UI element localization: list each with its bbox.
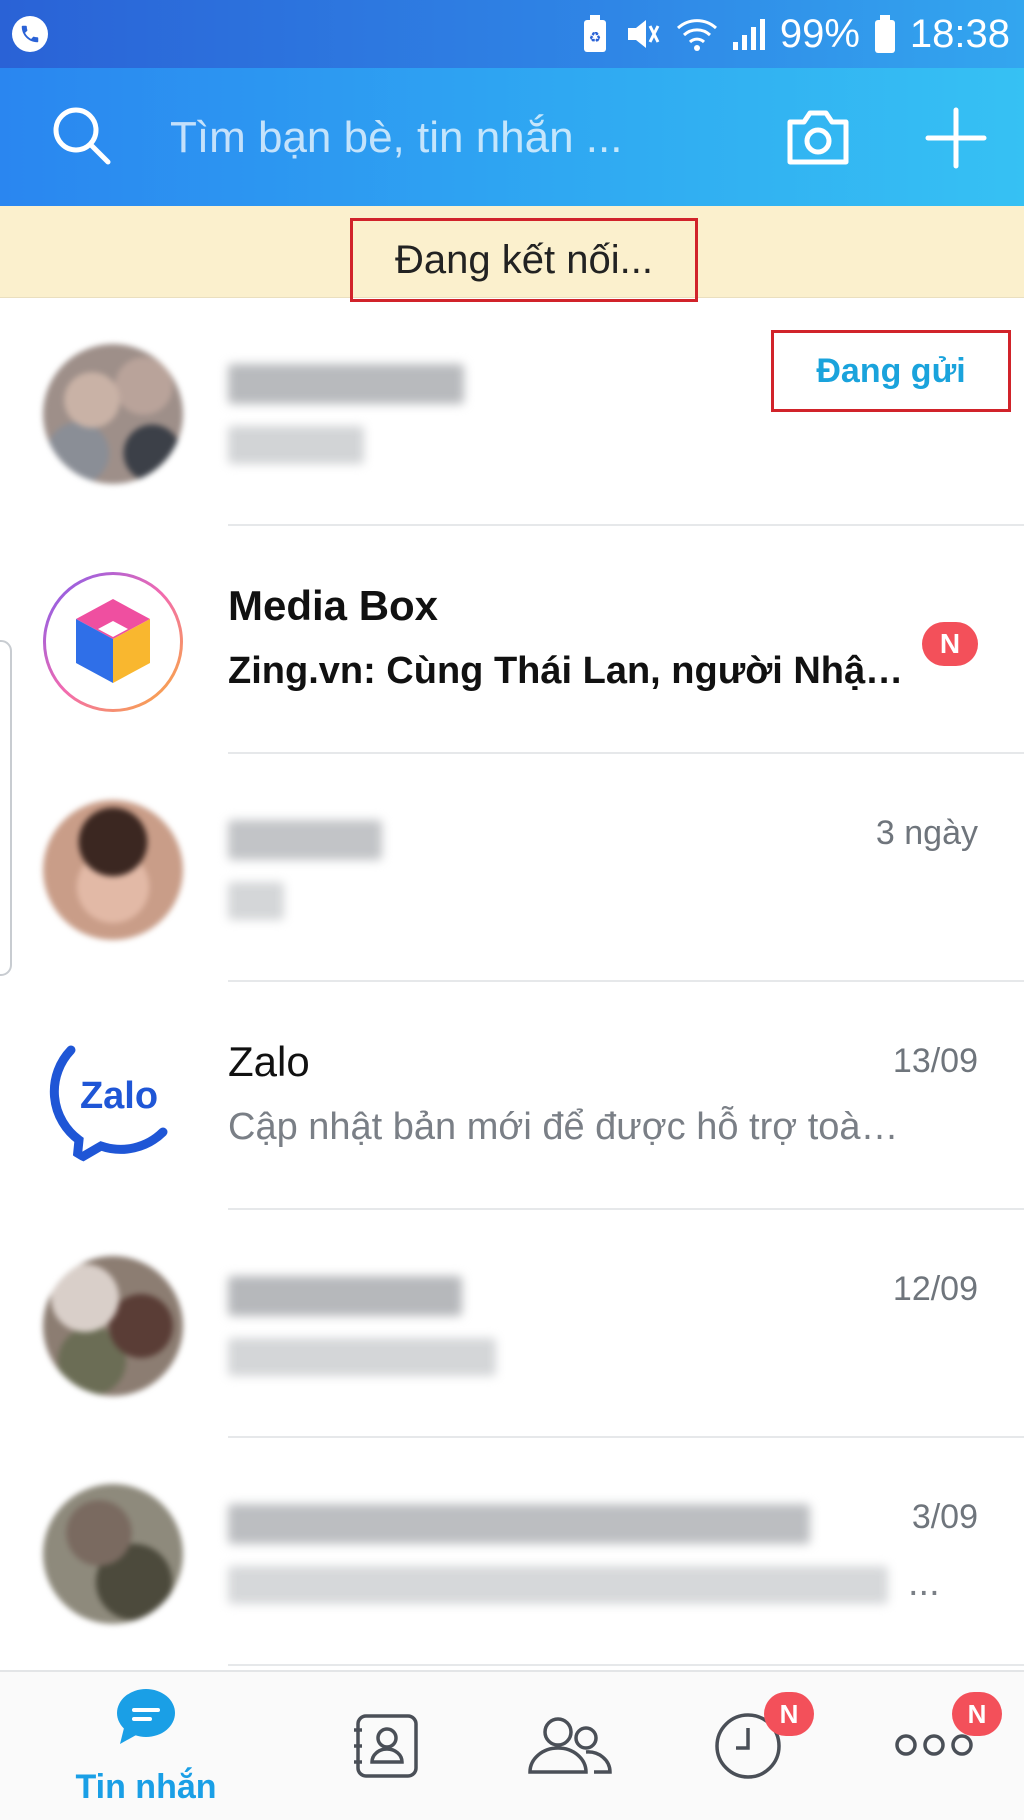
contact-name-redacted xyxy=(228,1504,810,1544)
tab-timeline[interactable]: N xyxy=(712,1672,822,1820)
tab-groups[interactable] xyxy=(520,1672,620,1820)
new-badge: N xyxy=(922,622,978,666)
message-preview-redacted xyxy=(228,1566,888,1604)
group-icon xyxy=(528,1717,612,1774)
conversation-row[interactable]: 12/09 xyxy=(0,1210,1024,1438)
camera-icon[interactable] xyxy=(784,106,852,168)
conversation-row[interactable]: 3 ngày xyxy=(0,754,1024,982)
media-box-avatar xyxy=(43,572,183,712)
wifi-icon xyxy=(676,19,717,51)
avatar xyxy=(43,800,183,940)
search-input[interactable] xyxy=(170,108,730,168)
tab-more[interactable]: N xyxy=(890,1672,1002,1820)
battery-percentage: 99% xyxy=(779,11,860,56)
conversation-time: 12/09 xyxy=(892,1270,978,1308)
avatar xyxy=(43,344,183,484)
battery-saver-icon: ♻ xyxy=(583,15,606,52)
signal-icon xyxy=(732,19,765,50)
divider xyxy=(228,1664,1024,1666)
search-icon[interactable] xyxy=(50,104,112,166)
svg-text:Zalo: Zalo xyxy=(80,1075,158,1117)
media-box-cube-icon xyxy=(76,599,150,683)
message-preview-redacted xyxy=(228,1338,496,1376)
conversation-time: 3 ngày xyxy=(875,814,978,852)
conversation-preview: Cập nhật bản mới để được hỗ trợ toàn v..… xyxy=(228,1106,908,1148)
more-dots-icon xyxy=(895,1734,973,1756)
conversation-time: 13/09 xyxy=(892,1042,978,1080)
tab-messages-label: Tin nhắn xyxy=(75,1768,217,1806)
side-panel-edge[interactable] xyxy=(0,640,12,976)
conversation-row[interactable]: Zalo Zalo Cập nhật bản mới để được hỗ tr… xyxy=(0,982,1024,1210)
app-header xyxy=(0,68,1024,206)
zalo-logo-icon: Zalo xyxy=(49,1045,168,1168)
conversation-name: Zalo xyxy=(228,1038,310,1085)
battery-icon xyxy=(874,15,895,53)
avatar xyxy=(43,1256,183,1396)
zalo-avatar: Zalo xyxy=(43,1028,183,1168)
conversation-preview: Zing.vn: Cùng Thái Lan, người Nhật ... xyxy=(228,650,908,692)
conversation-preview: ... xyxy=(908,1562,940,1604)
avatar xyxy=(43,1484,183,1624)
conversation-list[interactable]: Đang gửi Media Box Zing.vn: Cùng Thái La… xyxy=(0,298,1024,1670)
phone-call-icon xyxy=(12,16,48,52)
contact-name-redacted xyxy=(228,1276,462,1316)
tab-messages[interactable]: Tin nhắn xyxy=(66,1672,226,1820)
contact-name-redacted xyxy=(228,364,464,404)
svg-text:♻: ♻ xyxy=(589,30,602,46)
timeline-badge: N xyxy=(764,1692,814,1736)
more-badge: N xyxy=(952,1692,1002,1736)
conversation-row[interactable]: Media Box Zing.vn: Cùng Thái Lan, người … xyxy=(0,526,1024,754)
tab-contacts[interactable] xyxy=(340,1672,430,1820)
conversation-name: Media Box xyxy=(228,582,439,629)
sending-status: Đang gửi xyxy=(771,330,1011,412)
clock: 18:38 xyxy=(909,11,1010,56)
mute-icon xyxy=(627,20,660,48)
add-icon[interactable] xyxy=(924,106,988,170)
contact-book-icon xyxy=(354,1714,418,1778)
conversation-time: 3/09 xyxy=(911,1498,978,1536)
message-preview-redacted xyxy=(228,882,284,920)
contact-name-redacted xyxy=(228,820,382,860)
chat-bubble-icon xyxy=(117,1689,175,1744)
status-bar: ♻ 99% 18:38 xyxy=(0,0,1024,68)
conversation-row[interactable]: ... 3/09 xyxy=(0,1438,1024,1666)
conversation-row[interactable]: Đang gửi xyxy=(0,298,1024,526)
message-preview-redacted xyxy=(228,426,364,464)
bottom-navigation: Tin nhắn N N xyxy=(0,1670,1024,1820)
connecting-status-text: Đang kết nối... xyxy=(350,218,698,302)
connection-banner: Đang kết nối... xyxy=(0,206,1024,302)
